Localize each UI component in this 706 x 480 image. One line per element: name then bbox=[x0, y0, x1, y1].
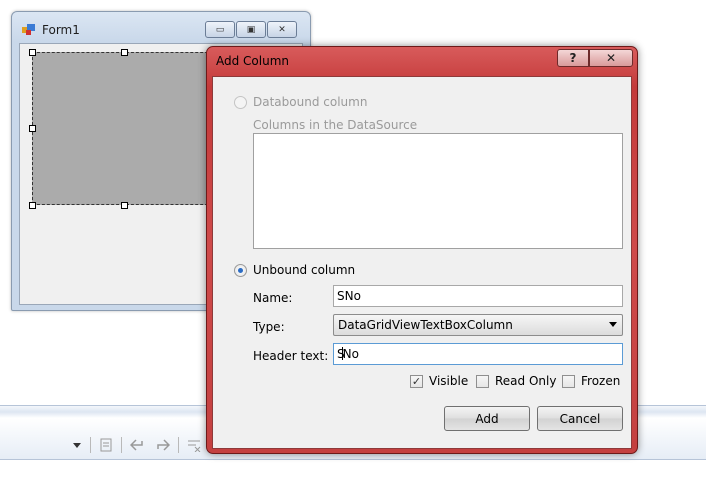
dialog-title: Add Column bbox=[216, 54, 290, 68]
databound-column-label: Databound column bbox=[253, 95, 368, 109]
dialog-help-button[interactable]: ? bbox=[557, 49, 589, 67]
unbound-column-label: Unbound column bbox=[253, 263, 356, 277]
datagridview-placeholder[interactable] bbox=[32, 52, 218, 205]
cancel-button[interactable]: Cancel bbox=[537, 406, 623, 431]
resize-handle-tm[interactable] bbox=[121, 49, 128, 56]
close-icon: ✕ bbox=[278, 24, 286, 35]
resize-handle-bl[interactable] bbox=[29, 202, 36, 209]
resize-handle-tl[interactable] bbox=[29, 49, 36, 56]
toolbar-separator bbox=[178, 437, 179, 453]
form-app-icon bbox=[22, 24, 35, 35]
form1-close-button[interactable]: ✕ bbox=[267, 21, 297, 38]
check-icon: ✓ bbox=[411, 375, 422, 388]
type-combobox[interactable]: DataGridViewTextBoxColumn bbox=[333, 314, 623, 336]
minimize-icon: ▭ bbox=[215, 24, 225, 35]
toolbar-separator bbox=[121, 437, 122, 453]
databound-column-radio[interactable] bbox=[234, 96, 247, 109]
unbound-column-radio[interactable] bbox=[234, 264, 247, 277]
cancel-button-label: Cancel bbox=[559, 411, 601, 426]
dialog-client-area: Databound column Columns in the DataSour… bbox=[212, 76, 632, 449]
form1-maximize-button[interactable]: ▣ bbox=[236, 21, 266, 38]
form1-title: Form1 bbox=[42, 23, 80, 37]
undo-icon[interactable] bbox=[130, 438, 146, 452]
visible-label: Visible bbox=[429, 374, 469, 388]
maximize-icon: ▣ bbox=[246, 24, 256, 35]
header-text-input[interactable]: SNo bbox=[333, 343, 623, 365]
help-icon: ? bbox=[569, 51, 577, 65]
type-label: Type: bbox=[253, 320, 285, 334]
read-only-checkbox[interactable] bbox=[476, 375, 489, 388]
close-icon: ✕ bbox=[605, 51, 617, 65]
properties-icon[interactable] bbox=[99, 438, 113, 452]
type-combobox-value: DataGridViewTextBoxColumn bbox=[338, 318, 513, 332]
chevron-down-icon[interactable] bbox=[609, 322, 617, 327]
header-text-label: Header text: bbox=[253, 349, 329, 363]
visible-checkbox[interactable]: ✓ bbox=[410, 375, 423, 388]
form1-minimize-button[interactable]: ▭ bbox=[205, 21, 235, 38]
header-text-value-end: No bbox=[342, 347, 359, 361]
resize-handle-bm[interactable] bbox=[121, 202, 128, 209]
add-button-label: Add bbox=[475, 411, 499, 426]
name-input-value: SNo bbox=[337, 289, 361, 303]
add-column-dialog[interactable]: Add Column ? ✕ Databound column Columns … bbox=[206, 46, 638, 454]
frozen-label: Frozen bbox=[581, 374, 621, 388]
clear-icon[interactable] bbox=[187, 438, 201, 452]
dialog-close-button[interactable]: ✕ bbox=[589, 49, 633, 67]
add-button[interactable]: Add bbox=[444, 406, 530, 431]
name-input[interactable]: SNo bbox=[333, 285, 623, 307]
designer-toolbar-icons bbox=[72, 437, 201, 453]
datasource-columns-label: Columns in the DataSource bbox=[253, 118, 418, 132]
datasource-columns-list[interactable] bbox=[253, 133, 623, 249]
resize-handle-ml[interactable] bbox=[29, 125, 36, 132]
read-only-label: Read Only bbox=[495, 374, 557, 388]
screen: Form1 ▭ ▣ ✕ Add Column ? ✕ Databound col… bbox=[0, 0, 706, 480]
dropdown-arrow-icon[interactable] bbox=[72, 440, 82, 450]
form1-caption-buttons: ▭ ▣ ✕ bbox=[205, 21, 297, 38]
toolbar-separator bbox=[90, 437, 91, 453]
frozen-checkbox[interactable] bbox=[562, 375, 575, 388]
radio-selected-dot bbox=[238, 268, 243, 273]
redo-icon[interactable] bbox=[154, 438, 170, 452]
name-label: Name: bbox=[253, 291, 293, 305]
